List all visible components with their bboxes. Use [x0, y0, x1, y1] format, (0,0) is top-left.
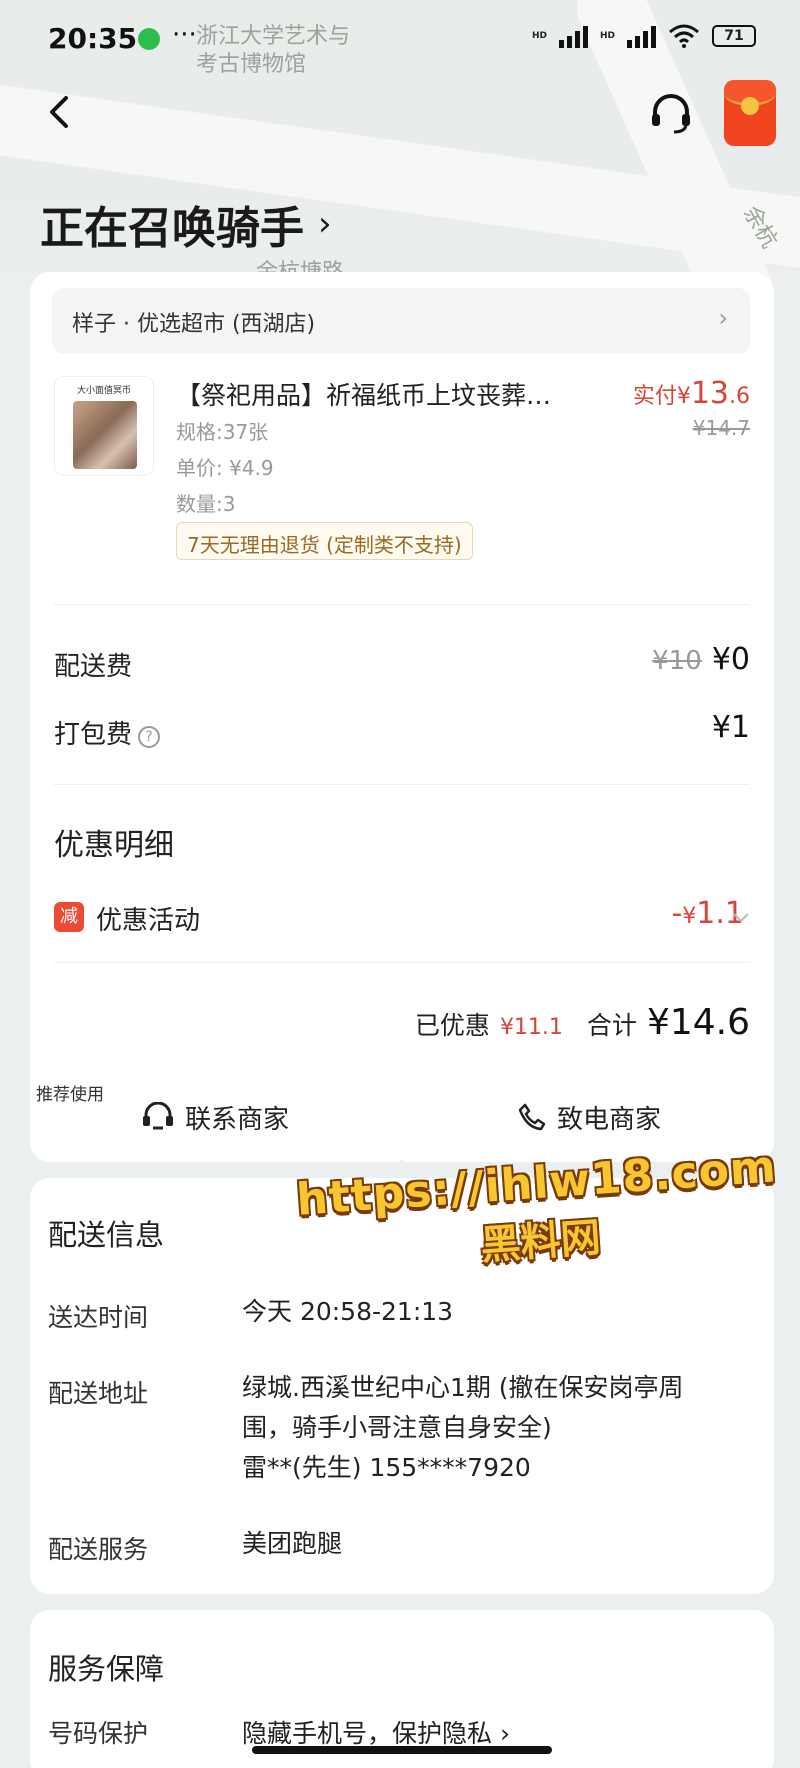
contact-merchant-label: 联系商家	[184, 1104, 289, 1135]
status-time: 20:35	[48, 22, 138, 55]
address-text: 绿城.西溪世纪中心1期 (撤在保安岗亭周围，骑手小哥注意自身安全)	[242, 1373, 684, 1442]
help-icon[interactable]: ?	[138, 726, 161, 748]
delivery-address-value: 绿城.西溪世纪中心1期 (撤在保安岗亭周围，骑手小哥注意自身安全) 雷**(先生…	[242, 1368, 722, 1488]
paid-main: 13	[690, 376, 729, 411]
divider	[54, 962, 750, 963]
order-card: 样子 · 优选超市 (西湖店) › 大小面值冥币 【祭祀用品】祈福纸币上坟丧葬……	[30, 272, 774, 1160]
delivery-fee-label: 配送费	[54, 652, 133, 682]
delivery-address-label: 配送地址	[48, 1379, 149, 1408]
discount-activity-label[interactable]: 优惠活动	[96, 900, 200, 937]
phone-icon	[518, 1103, 546, 1131]
discount-yen: ¥	[682, 904, 697, 929]
page-title[interactable]: 正在召唤骑手 ›	[40, 192, 332, 256]
delivery-service-value: 美团跑腿	[242, 1529, 343, 1558]
discount-badge: 减	[54, 902, 84, 932]
store-link[interactable]: 样子 · 优选超市 (西湖店) ›	[52, 288, 750, 354]
battery-icon: 71	[712, 25, 756, 47]
number-protection-value[interactable]: 隐藏手机号，保护隐私 ›	[242, 1714, 510, 1750]
hd-label: HD	[599, 31, 615, 41]
wechat-icon	[138, 28, 160, 50]
wifi-icon	[669, 24, 699, 48]
signal-icon	[627, 24, 656, 48]
discount-section-title: 优惠明细	[54, 828, 174, 863]
store-name: 样子 · 优选超市 (西湖店)	[72, 312, 316, 337]
recommend-tag: 推荐使用	[36, 1085, 104, 1105]
more-notifications-icon: ···	[172, 20, 197, 50]
signal-icon	[558, 24, 588, 48]
delivery-fee-value: ¥10 ¥0	[652, 642, 750, 677]
saved-label: 已优惠	[414, 1011, 490, 1040]
discount-sign: -	[671, 896, 683, 931]
product-quantity: 数量:3	[176, 492, 236, 516]
chevron-right-icon: ›	[318, 204, 332, 244]
paid-decimal: .6	[729, 384, 750, 409]
divider	[54, 784, 750, 785]
status-bar: 20:35 ··· HD HD 71	[0, 0, 800, 80]
delivery-time-label: 送达时间	[48, 1303, 149, 1332]
product-spec: 规格:37张	[176, 420, 269, 444]
packing-fee-value: ¥1	[711, 710, 750, 745]
saved-amount: ¥11.1	[499, 1015, 563, 1040]
chevron-right-icon: ›	[718, 304, 728, 332]
service-guarantee-card: 服务保障 号码保护 隐藏手机号，保护隐私 ›	[30, 1610, 774, 1768]
divider	[54, 604, 750, 605]
chevron-down-icon[interactable]	[732, 912, 750, 924]
status-icons: HD HD 71	[532, 24, 756, 48]
order-total: 已优惠 ¥11.1 合计 ¥14.6	[415, 1002, 750, 1043]
number-protection-label: 号码保护	[48, 1719, 149, 1748]
recipient-contact: 雷**(先生) 155****7920	[242, 1453, 531, 1482]
chat-icon	[142, 1102, 173, 1130]
product-paid-price: 实付¥13.6	[633, 376, 750, 411]
delivery-info-title: 配送信息	[48, 1218, 165, 1252]
total-label: 合计	[586, 1011, 637, 1040]
delivery-fee-current: ¥0	[711, 642, 750, 677]
delivery-service-label: 配送服务	[48, 1535, 149, 1564]
total-amount: ¥14.6	[646, 1002, 750, 1043]
customer-service-icon[interactable]	[648, 90, 694, 136]
back-icon[interactable]	[40, 92, 80, 132]
delivery-fee-original: ¥10	[652, 646, 702, 676]
hd-label: HD	[531, 31, 547, 41]
home-indicator[interactable]	[252, 1746, 552, 1754]
page-title-text: 正在召唤骑手	[40, 203, 304, 254]
paid-prefix: 实付¥	[632, 384, 691, 409]
product-original-price: ¥14.7	[692, 416, 750, 440]
product-image-label: 大小面值冥币	[76, 386, 131, 396]
packing-fee-label[interactable]: 打包费?	[54, 714, 161, 751]
packing-fee-text: 打包费	[54, 720, 133, 750]
delivery-time-value: 今天 20:58-21:13	[242, 1297, 454, 1326]
product-image[interactable]: 大小面值冥币	[54, 376, 154, 476]
call-merchant-label: 致电商家	[556, 1104, 661, 1135]
top-bar	[0, 80, 800, 150]
product-name[interactable]: 【祭祀用品】祈福纸币上坟丧葬…	[176, 376, 551, 412]
red-packet-icon[interactable]	[724, 80, 776, 146]
return-policy-tag: 7天无理由退货 (定制类不支持)	[176, 522, 473, 560]
service-guarantee-title: 服务保障	[48, 1652, 165, 1686]
product-unit-price: 单价: ¥4.9	[176, 456, 274, 480]
